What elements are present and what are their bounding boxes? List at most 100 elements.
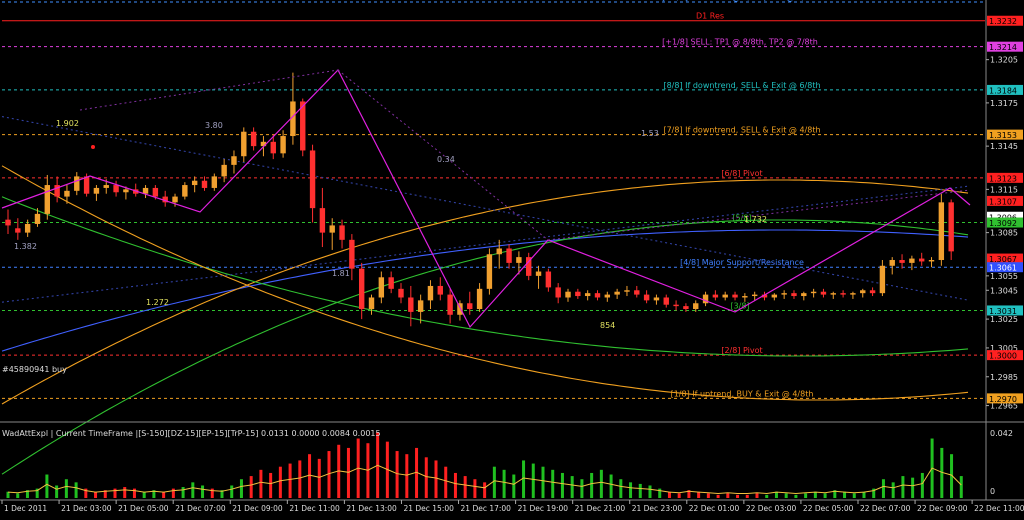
trading-chart[interactable]: [+2/8] SELL: TP1 @ 8/8th, TP2 @ 7/8th D1 … [0, 0, 1024, 516]
candle-body [545, 271, 552, 288]
candle-body [516, 257, 522, 263]
price-tick-label: 1.3175 [990, 99, 1018, 108]
histogram-bar [677, 493, 681, 498]
histogram-bar [317, 458, 321, 498]
histogram-bar [920, 472, 924, 498]
time-tick-label: 21 Dec 17:00 [461, 504, 512, 513]
time-tick-label: 21 Dec 23:00 [632, 504, 683, 513]
candle-body [231, 156, 237, 165]
candle-body [889, 260, 895, 266]
murrey-level-label: [+2/8] SELL: TP1 @ 8/8th, TP2 @ 7/8th [662, 0, 818, 2]
candle-body [211, 176, 218, 188]
histogram-bar [55, 485, 59, 498]
price-tag-label: 1.3214 [989, 43, 1017, 52]
candle-body [535, 271, 542, 276]
candle-body [309, 150, 316, 209]
candle-body [801, 293, 807, 297]
price-tick-label: 1.3145 [990, 142, 1018, 151]
histogram-bar [191, 482, 195, 498]
candle-body [280, 136, 286, 154]
chart-annotation: 3.80 [205, 121, 223, 130]
candle-body [437, 285, 443, 295]
histogram-bar [453, 472, 457, 498]
chart-annotation: 1.732 [744, 215, 767, 224]
time-tick-label: 21 Dec 09:00 [232, 504, 283, 513]
price-tick-label: 1.3045 [990, 286, 1018, 295]
candle-body [83, 176, 90, 194]
histogram-bar [852, 493, 856, 498]
murrey-level-label: [2/8] Pivot [721, 346, 762, 355]
histogram-bar [123, 487, 127, 498]
histogram-bar [16, 493, 20, 498]
histogram-bar [512, 474, 516, 498]
murrey-level-label: [7/8] If downtrend, SELL & Exit @ 4/8th [663, 126, 820, 135]
histogram-bar [405, 454, 409, 498]
murrey-level-label: [4/8] Major Support/Resistance [680, 258, 804, 267]
candle-body [594, 293, 601, 298]
price-tick-label: 1.3115 [990, 185, 1018, 194]
histogram-bar [901, 476, 905, 498]
price-tag-label: 1.3000 [989, 352, 1017, 361]
murrey-level-label: [+1/8] SELL: TP1 @ 8/8th, TP2 @ 7/8th [662, 38, 818, 47]
price-tag-label: 1.2970 [989, 395, 1017, 404]
price-tag-label: 1.3123 [989, 174, 1017, 183]
price-tag: 1.3232 [987, 15, 1023, 26]
candle-body [899, 260, 905, 263]
time-tick-label: 22 Dec 01:00 [689, 504, 740, 513]
histogram-bar [881, 479, 885, 498]
candle-body [64, 190, 70, 197]
histogram-bar [570, 476, 574, 498]
candle-body [172, 196, 178, 203]
histogram-bar [444, 466, 448, 498]
histogram-bar [132, 488, 136, 498]
time-tick-label: 22 Dec 07:00 [860, 504, 911, 513]
candle-body [93, 187, 100, 194]
chart-annotation: 1.272 [146, 298, 169, 307]
candle-body [810, 291, 817, 294]
candle-body [948, 202, 954, 252]
chart-annotation: 854 [600, 321, 615, 330]
histogram-bar [94, 491, 98, 498]
candle-body [879, 265, 886, 294]
candle-body [398, 288, 404, 298]
candle-body [860, 290, 866, 294]
histogram-bar [298, 460, 302, 498]
time-tick-label: 21 Dec 05:00 [118, 504, 169, 513]
histogram-bar [269, 472, 273, 498]
histogram-bar [959, 476, 963, 498]
candle-body [408, 297, 414, 312]
chart-canvas[interactable]: [+2/8] SELL: TP1 @ 8/8th, TP2 @ 7/8th D1 … [0, 0, 1024, 516]
time-tick-label: 22 Dec 11:00 [974, 504, 1024, 513]
histogram-bar [531, 463, 535, 498]
signal-dot [91, 145, 95, 149]
candle-body [575, 291, 581, 297]
candle-body [270, 141, 276, 154]
candle-body [732, 294, 738, 298]
histogram-bar [736, 494, 740, 498]
candle-body [918, 258, 925, 262]
time-tick-label: 22 Dec 05:00 [803, 504, 854, 513]
candle-body [820, 291, 827, 295]
price-tag: 1.3123 [987, 172, 1023, 183]
price-tag: 1.2970 [987, 393, 1023, 404]
candle-body [358, 268, 365, 310]
histogram-bar [765, 494, 769, 498]
price-tag: 1.3000 [987, 350, 1023, 361]
candle-body [663, 297, 669, 305]
candle-body [486, 254, 493, 289]
price-tag-label: 1.3031 [989, 307, 1017, 316]
candle-body [447, 294, 453, 315]
time-tick-label: 22 Dec 09:00 [917, 504, 968, 513]
price-tag-label: 1.3184 [989, 86, 1017, 95]
price-tag-label: 1.3232 [989, 17, 1017, 26]
candle-body [850, 293, 856, 295]
candle-body [928, 260, 935, 262]
candle-body [388, 277, 394, 289]
candle-body [349, 239, 355, 269]
candle-body [250, 131, 257, 147]
histogram-bar [609, 474, 613, 498]
histogram-bar [278, 466, 282, 498]
candle-body [44, 185, 51, 214]
candle-body [427, 285, 434, 301]
histogram-bar [667, 491, 671, 498]
